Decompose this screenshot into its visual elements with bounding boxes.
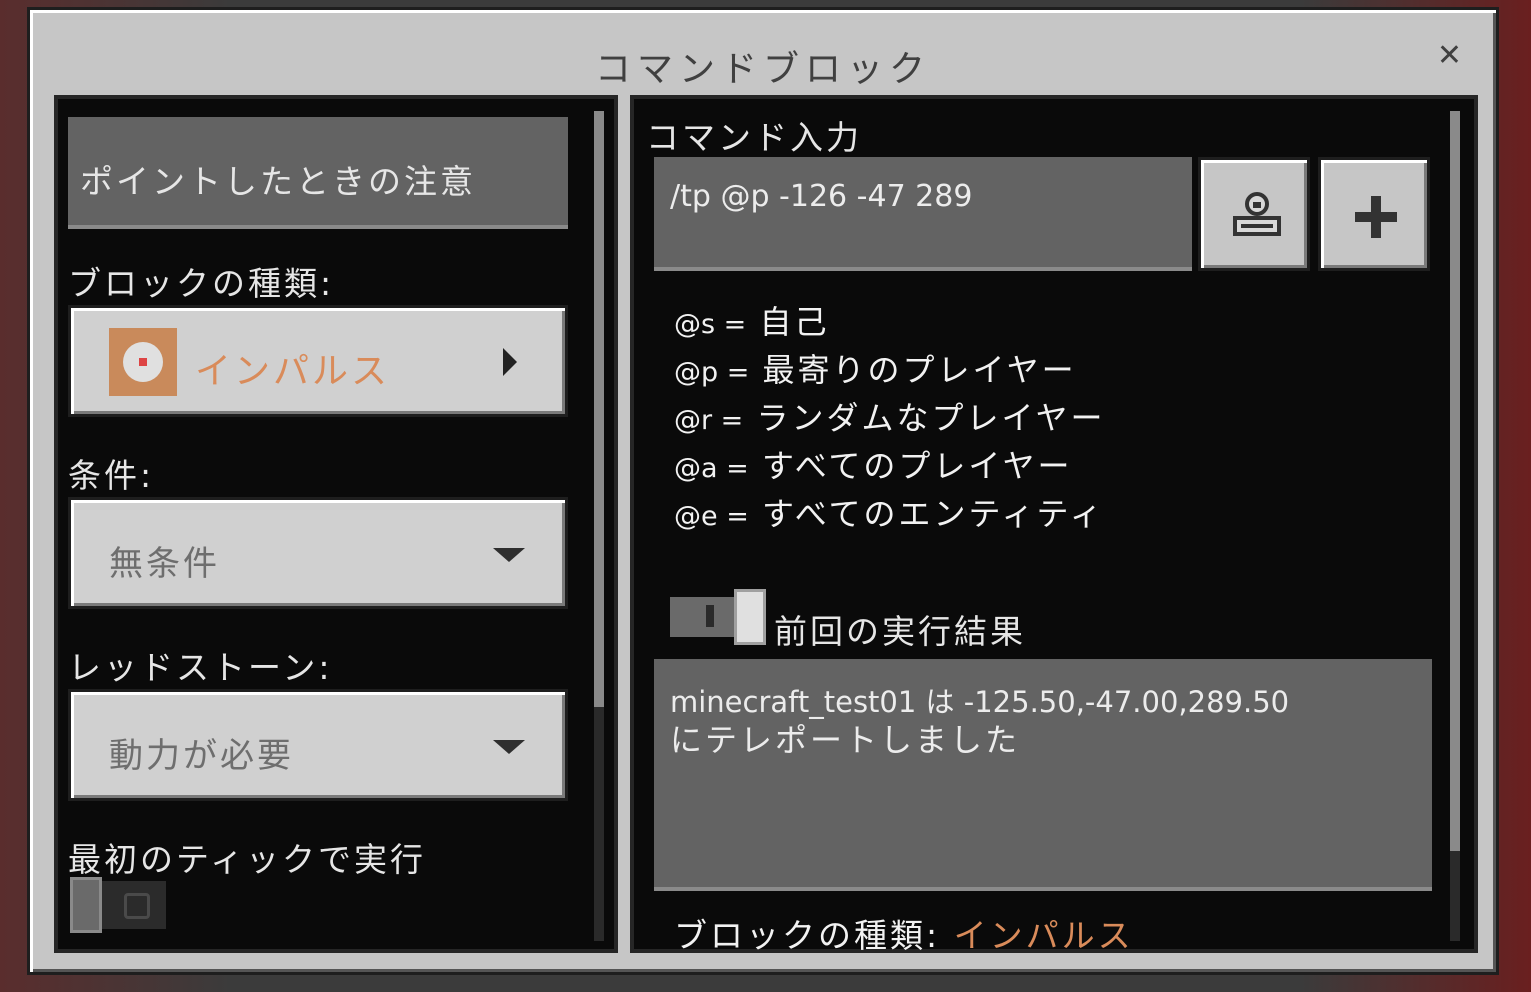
footer-block-type-label: ブロックの種類: (674, 916, 941, 955)
first-tick-label: 最初のティックで実行 (68, 840, 427, 879)
command-block-icon (109, 328, 177, 396)
left-scrollbar[interactable] (594, 111, 604, 941)
chevron-right-icon (503, 348, 517, 376)
dialog-title: コマンドブロック (594, 49, 931, 90)
command-panel: コマンド入力 /tp @p -126 -47 289 @s = 自己 @p = … (630, 95, 1478, 955)
settings-panel: ポイントしたときの注意 ブロックの種類: インパルス 条件: 無条件 レッドスト… (54, 95, 618, 953)
dropdown-caret-icon (493, 740, 525, 754)
right-scrollbar[interactable] (1450, 111, 1460, 941)
left-scroll-thumb[interactable] (594, 111, 604, 707)
close-icon[interactable]: ✕ (1437, 38, 1462, 73)
condition-dropdown[interactable]: 無条件 (68, 497, 568, 609)
selector-help-p: @p = 最寄りのプレイヤー (674, 351, 1077, 389)
selector-help-e: @e = すべてのエンティティ (674, 495, 1105, 533)
add-command-button[interactable] (1318, 157, 1430, 271)
command-input[interactable]: /tp @p -126 -47 289 (654, 157, 1192, 271)
redstone-dropdown[interactable]: 動力が必要 (68, 689, 568, 801)
selector-help-a: @a = すべてのプレイヤー (674, 447, 1073, 485)
footer-block-type-value: インパルス (953, 916, 1134, 955)
previous-output-label: 前回の実行結果 (774, 612, 1026, 651)
selector-help-s: @s = 自己 (674, 303, 830, 341)
hover-note-field[interactable]: ポイントしたときの注意 (68, 117, 568, 229)
block-type-button[interactable]: インパルス (68, 305, 568, 417)
previous-output-toggle[interactable] (670, 589, 766, 647)
right-scroll-thumb[interactable] (1450, 111, 1460, 851)
output-line-2: にテレポートしました (670, 721, 1021, 759)
selector-button[interactable] (1198, 157, 1310, 271)
previous-output-box: minecraft_test01 は -125.50,-47.00,289.50… (654, 659, 1432, 891)
footer-block-type: ブロックの種類: インパルス (674, 909, 1134, 957)
block-type-label: ブロックの種類: (68, 264, 335, 303)
hover-note-text: ポイントしたときの注意 (80, 162, 476, 201)
block-type-value: インパルス (195, 351, 391, 392)
dropdown-caret-icon (493, 548, 525, 562)
condition-value: 無条件 (109, 544, 220, 584)
selector-icon (1233, 192, 1281, 236)
redstone-label: レッドストーン: (68, 648, 333, 687)
condition-label: 条件: (68, 456, 155, 495)
plus-icon (1355, 196, 1397, 238)
command-input-text: /tp @p -126 -47 289 (670, 179, 973, 214)
redstone-value: 動力が必要 (109, 736, 294, 776)
selector-help-r: @r = ランダムなプレイヤー (674, 399, 1106, 437)
command-block-dialog: コマンドブロック ✕ ポイントしたときの注意 ブロックの種類: インパルス 条件… (27, 7, 1499, 975)
command-input-label: コマンド入力 (646, 118, 862, 157)
first-tick-toggle[interactable] (70, 877, 166, 933)
